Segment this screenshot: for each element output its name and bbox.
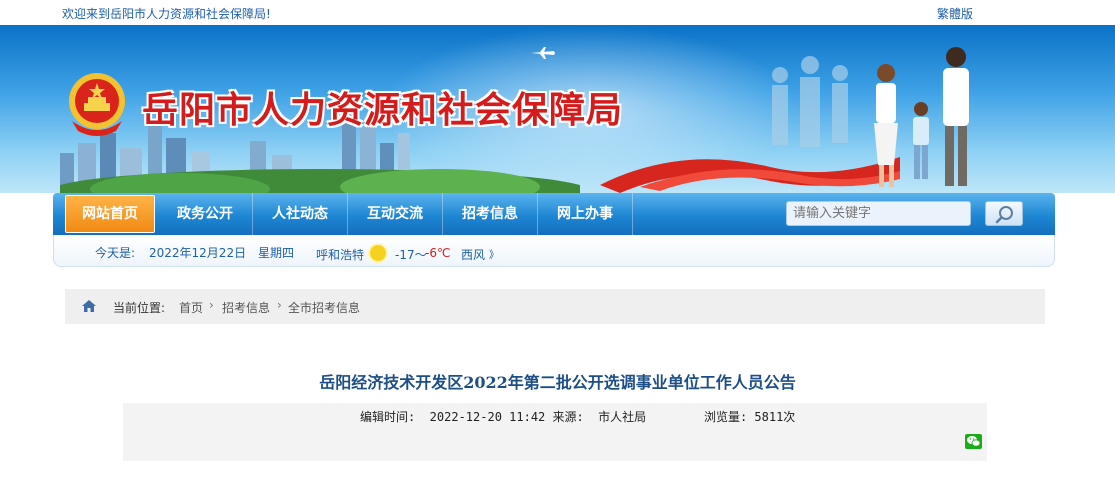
home-icon: [82, 300, 96, 312]
date-weather-bar: 今天是: 2022年12月22日 星期四 呼和浩特 -17～ -6℃ 西风 》: [53, 235, 1055, 267]
header-banner: 岳阳市人力资源和社会保障局: [0, 25, 1115, 193]
breadcrumb-separator: ›: [277, 298, 282, 312]
weekday: 星期四: [258, 246, 295, 260]
weather-city: 呼和浩特: [316, 248, 365, 262]
site-title: 岳阳市人力资源和社会保障局: [142, 89, 624, 131]
weather-more-icon[interactable]: 》: [489, 246, 499, 261]
national-emblem-icon: [69, 73, 125, 136]
article-meta-info: 编辑时间: 2022-12-20 11:42 来源: 市人社局 浏览量: 581…: [360, 410, 796, 424]
breadcrumb-exam-info[interactable]: 招考信息: [222, 299, 270, 316]
traditional-chinese-link[interactable]: 繁體版: [937, 5, 973, 22]
nav-item-exam-info[interactable]: 招考信息: [443, 193, 538, 235]
current-date: 2022年12月22日: [149, 246, 247, 260]
sunny-weather-icon: [368, 243, 388, 263]
nav-item-interaction[interactable]: 互动交流: [348, 193, 443, 235]
breadcrumb: 当前位置: 首页 › 招考信息 › 全市招考信息: [65, 289, 1045, 324]
temperature-low: -17～: [395, 248, 427, 262]
search-button[interactable]: [985, 201, 1023, 226]
wechat-share-icon[interactable]: [965, 434, 982, 449]
article-title: 岳阳经济技术开发区2022年第二批公开选调事业单位工作人员公告: [319, 373, 796, 392]
nav-item-home[interactable]: 网站首页: [65, 195, 155, 233]
today-label: 今天是:: [95, 246, 136, 260]
breadcrumb-city-exam-info[interactable]: 全市招考信息: [288, 299, 360, 316]
top-bar: 欢迎来到岳阳市人力资源和社会保障局! 繁體版: [0, 0, 1115, 25]
nav-item-online-services[interactable]: 网上办事: [538, 193, 633, 235]
search-icon: [995, 206, 1013, 224]
breadcrumb-home[interactable]: 首页: [179, 299, 203, 316]
welcome-text: 欢迎来到岳阳市人力资源和社会保障局!: [62, 7, 271, 21]
family-people-image: [772, 47, 969, 187]
search-input[interactable]: [786, 201, 971, 226]
wind-direction: 西风: [461, 248, 486, 262]
temperature-high: -6℃: [425, 246, 451, 260]
nav-item-government-affairs[interactable]: 政务公开: [158, 193, 253, 235]
airplane-icon: [531, 47, 555, 59]
nav-item-hr-news[interactable]: 人社动态: [253, 193, 348, 235]
breadcrumb-separator: ›: [209, 298, 214, 312]
breadcrumb-label: 当前位置:: [113, 301, 166, 315]
article-meta-box: 编辑时间: 2022-12-20 11:42 来源: 市人社局 浏览量: 581…: [123, 403, 987, 461]
main-navigation: 网站首页 政务公开 人社动态 互动交流 招考信息 网上办事: [53, 193, 1055, 235]
